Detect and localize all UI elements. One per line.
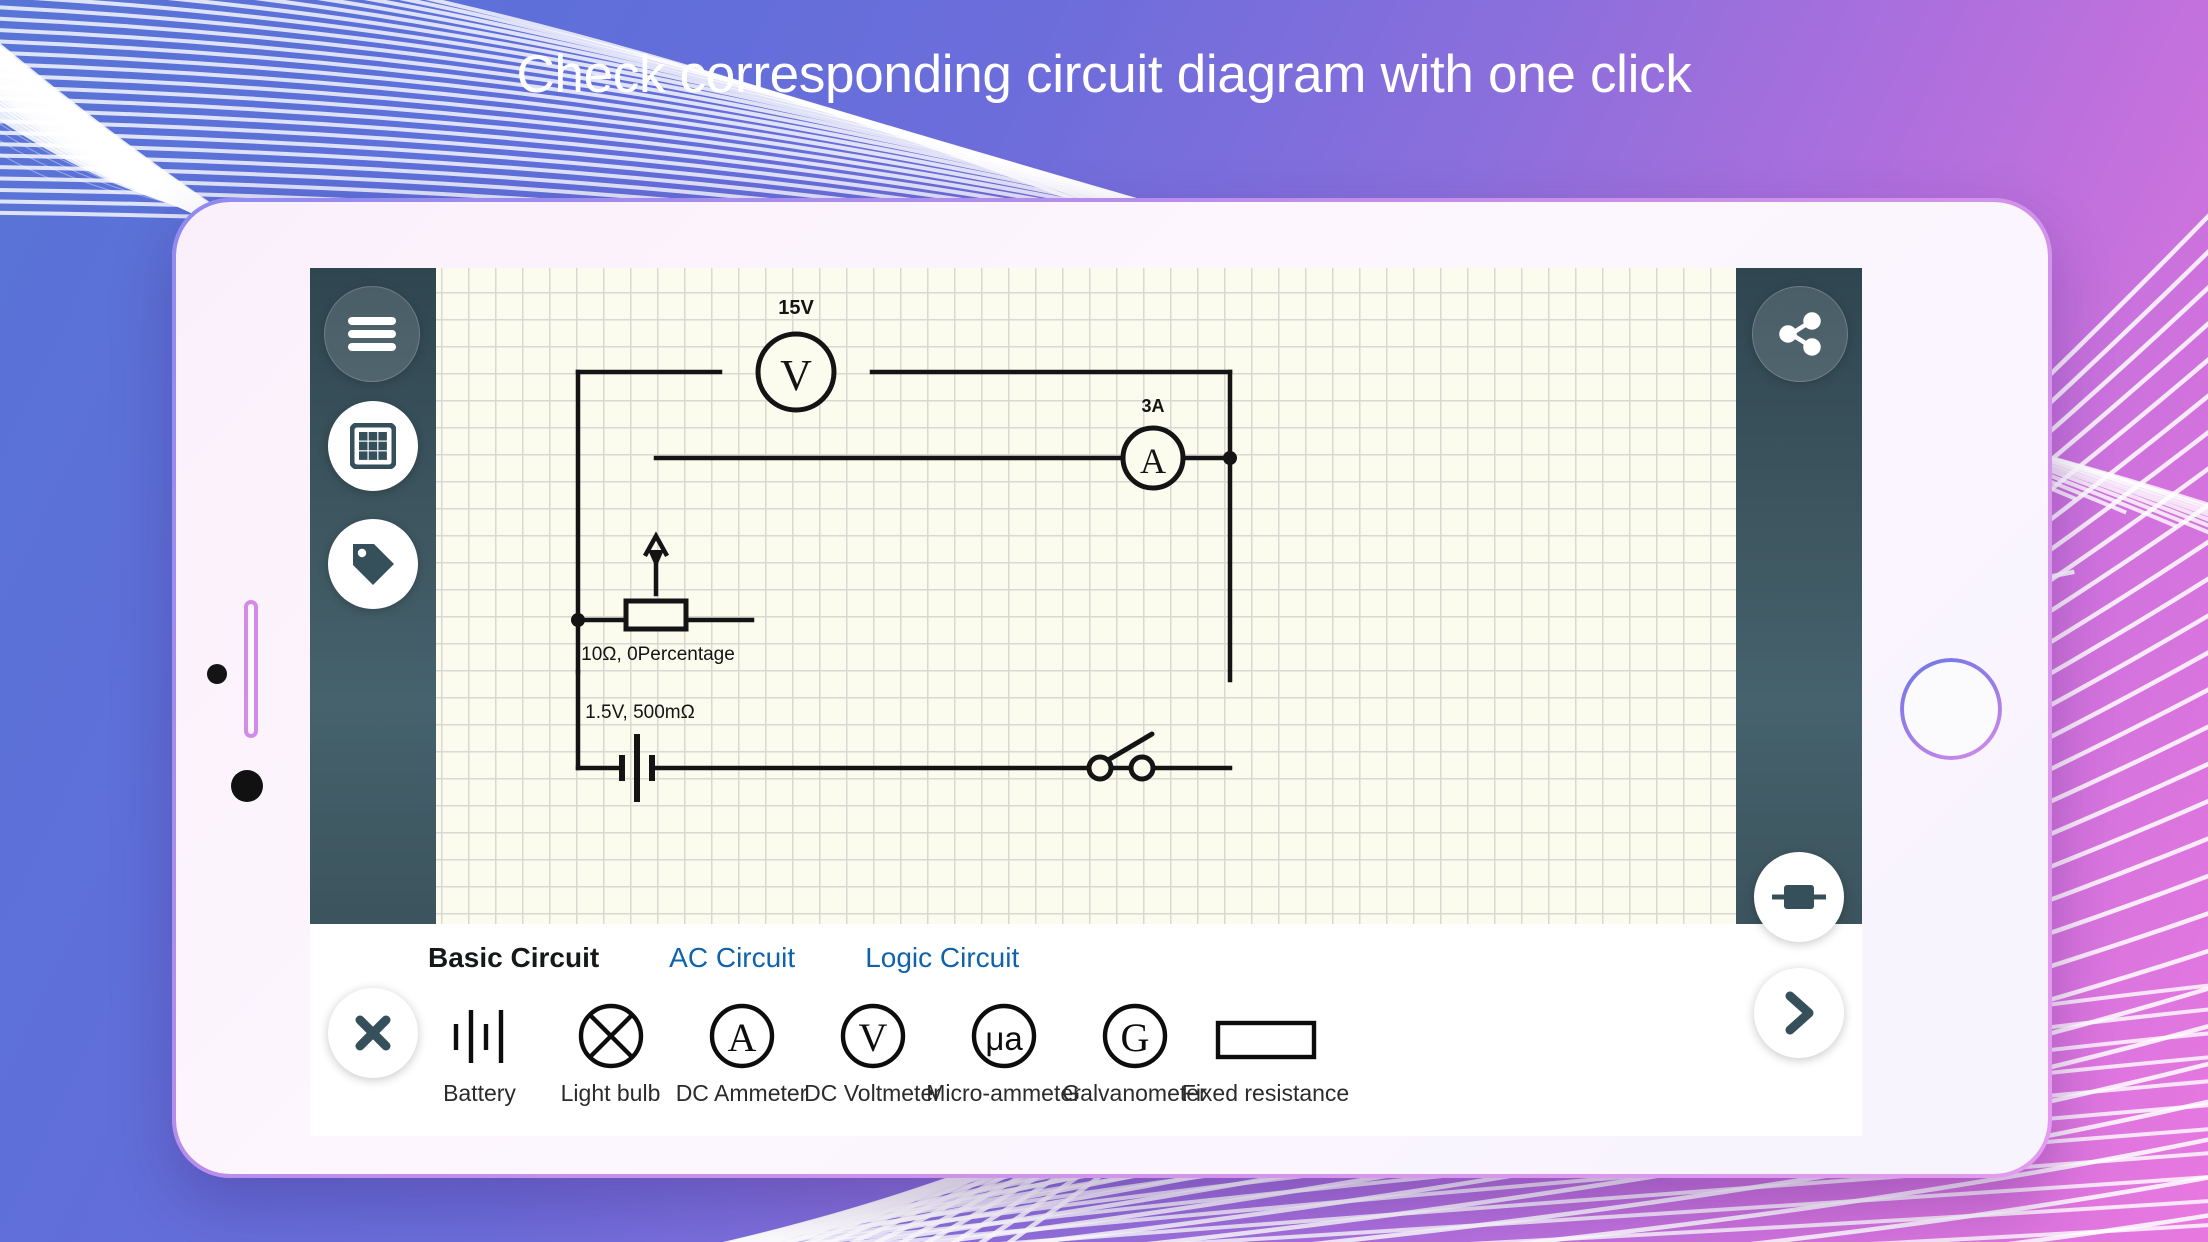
- palette-label: Battery: [443, 1080, 516, 1106]
- palette-item-dc-voltmeter[interactable]: V DC Voltmeter: [804, 1000, 941, 1107]
- chevron-right-icon: [1785, 991, 1814, 1035]
- microammeter-symbol-icon: μa: [969, 1000, 1039, 1072]
- tab-basic-circuit[interactable]: Basic Circuit: [428, 942, 599, 974]
- palette-label: DC Ammeter: [675, 1080, 808, 1106]
- palette-label: Light bulb: [560, 1080, 661, 1106]
- palette-label: DC Voltmeter: [804, 1080, 941, 1106]
- ammeter-symbol-icon: A: [707, 1000, 777, 1072]
- tag-icon: [353, 544, 394, 585]
- page-title: Check corresponding circuit diagram with…: [516, 45, 1692, 104]
- galvanometer-letter: G: [1120, 1015, 1149, 1060]
- close-button[interactable]: [328, 988, 418, 1078]
- palette-item-micro-ammeter[interactable]: μa Micro-ammeter: [926, 1000, 1081, 1107]
- voltmeter-letter: V: [858, 1015, 887, 1060]
- component-panel: Basic Circuit AC Circuit Logic Circuit B…: [310, 924, 1862, 1136]
- microammeter-letters: μa: [985, 1020, 1023, 1057]
- phone-home-button[interactable]: [1900, 658, 2002, 760]
- palette-item-fixed-resistance[interactable]: Fixed resistance: [1182, 1000, 1349, 1107]
- next-button[interactable]: [1754, 968, 1844, 1058]
- palette-label: Fixed resistance: [1181, 1080, 1350, 1106]
- grid-icon: [350, 423, 396, 469]
- voltmeter-value-label: 15V: [778, 297, 814, 319]
- circuit-diagram: V 15V A 3A 10Ω, 0Percentage 1.5V, 500mΩ: [571, 297, 1237, 802]
- rheostat-value-label: 10Ω, 0Percentage: [581, 644, 735, 665]
- circuit-canvas[interactable]: V 15V A 3A 10Ω, 0Percentage 1.5V, 500mΩ: [310, 268, 1862, 924]
- phone-camera-dot: [207, 664, 227, 684]
- palette-item-dc-ammeter[interactable]: A DC Ammeter: [676, 1000, 807, 1107]
- switch-symbol[interactable]: [1086, 731, 1156, 782]
- grid-button[interactable]: [328, 401, 418, 491]
- junction-dot: [571, 613, 585, 627]
- ammeter-letter: A: [727, 1015, 756, 1060]
- rheostat-symbol[interactable]: [623, 598, 689, 632]
- tab-ac-circuit[interactable]: AC Circuit: [669, 942, 795, 974]
- share-icon: [1779, 312, 1821, 356]
- voltmeter-symbol-icon: V: [838, 1000, 908, 1072]
- phone-speaker-slot: [244, 600, 258, 738]
- ammeter-glyph: A: [1140, 441, 1166, 481]
- share-button[interactable]: [1752, 286, 1848, 382]
- palette-item-light-bulb[interactable]: Light bulb: [545, 1000, 676, 1107]
- tag-button[interactable]: [328, 519, 418, 609]
- lamp-symbol-icon: [576, 1000, 646, 1072]
- battery-symbol-icon: [443, 1000, 517, 1072]
- phone-sensor-dot: [231, 770, 263, 802]
- app-screen: V 15V A 3A 10Ω, 0Percentage 1.5V, 500mΩ: [310, 268, 1862, 1136]
- resistor-symbol-icon: [1214, 1000, 1318, 1072]
- category-tabs: Basic Circuit AC Circuit Logic Circuit: [428, 942, 1019, 974]
- palette-item-galvanometer[interactable]: G Galvanometer: [1062, 1000, 1207, 1107]
- voltmeter-glyph: V: [780, 351, 812, 400]
- menu-button[interactable]: [324, 286, 420, 382]
- component-tool-button[interactable]: [1754, 852, 1844, 942]
- close-icon: [355, 1015, 391, 1051]
- hamburger-menu-icon: [348, 317, 396, 351]
- component-palette: Battery Light bulb A DC Ammeter V DC Vol…: [414, 1000, 1349, 1107]
- palette-item-battery[interactable]: Battery: [414, 1000, 545, 1107]
- ammeter-value-label: 3A: [1141, 396, 1164, 416]
- resistor-icon: [1772, 885, 1826, 909]
- junction-dot: [1223, 451, 1237, 465]
- battery-value-label: 1.5V, 500mΩ: [585, 702, 695, 723]
- battery-symbol[interactable]: [619, 734, 655, 802]
- palette-label: Micro-ammeter: [926, 1080, 1081, 1106]
- rheostat-wiper-arrow: [648, 550, 664, 568]
- galvanometer-symbol-icon: G: [1100, 1000, 1170, 1072]
- tab-logic-circuit[interactable]: Logic Circuit: [865, 942, 1019, 974]
